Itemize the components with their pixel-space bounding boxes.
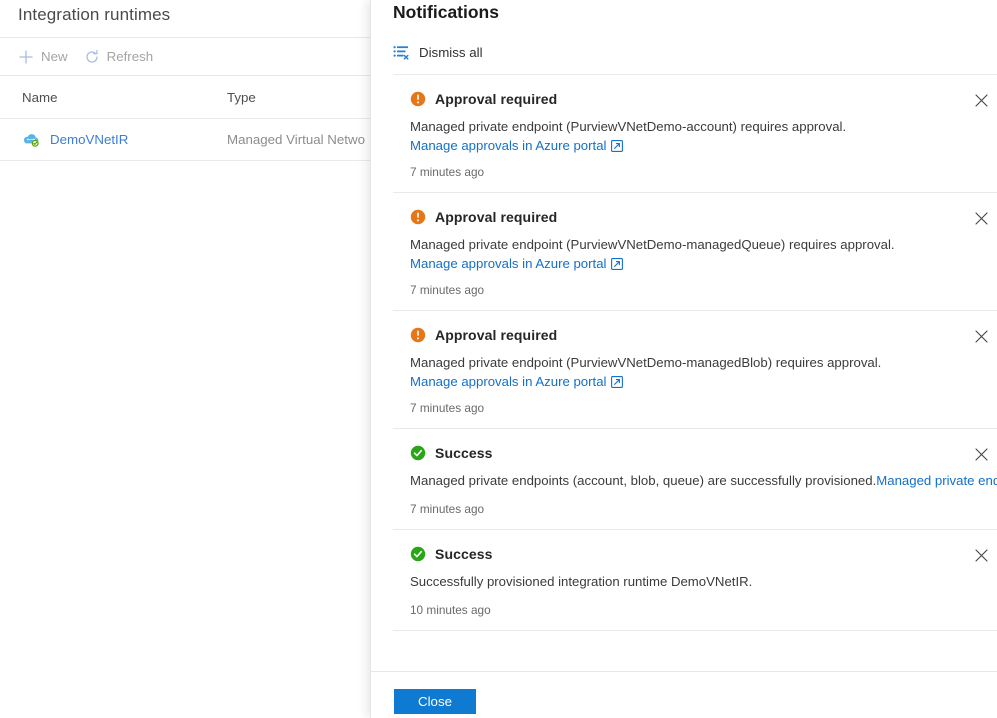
notification-time: 7 minutes ago (393, 283, 997, 297)
notification-body: Managed private endpoint (PurviewVNetDem… (393, 353, 997, 372)
success-icon (410, 445, 426, 461)
notification-item: Success Successfully provisioned integra… (393, 529, 997, 631)
notification-item: Approval required Managed private endpoi… (393, 74, 997, 192)
cell-name[interactable]: DemoVNetIR (22, 130, 227, 149)
notification-header: Approval required (393, 91, 997, 107)
dismiss-all-button[interactable]: Dismiss all (393, 44, 483, 61)
notifications-list: Approval required Managed private endpoi… (393, 74, 997, 623)
notification-time: 10 minutes ago (393, 603, 997, 617)
external-link-icon (611, 140, 623, 152)
notification-body-text: Managed private endpoints (account, blob… (410, 473, 876, 488)
notification-header: Approval required (393, 209, 997, 225)
close-button[interactable]: Close (394, 689, 476, 714)
notification-header: Success (393, 546, 997, 562)
notification-title: Success (435, 546, 493, 562)
notification-title: Approval required (435, 327, 557, 343)
new-button-label: New (41, 49, 68, 64)
column-header-name: Name (22, 90, 227, 105)
page-title: Integration runtimes (18, 5, 170, 25)
notification-body: Successfully provisioned integration run… (393, 572, 997, 591)
notification-time: 7 minutes ago (393, 165, 997, 179)
dismiss-all-icon (393, 44, 410, 61)
notification-link-row: Manage approvals in Azure portal (393, 256, 997, 271)
notification-title: Success (435, 445, 493, 461)
close-icon[interactable] (968, 87, 994, 113)
integration-runtime-cloud-icon (22, 130, 41, 149)
dismiss-all-label: Dismiss all (419, 45, 483, 60)
notifications-panel: Notifications Dismiss all (370, 0, 997, 718)
notification-title: Approval required (435, 91, 557, 107)
external-link-icon (611, 258, 623, 270)
refresh-button-label: Refresh (107, 49, 154, 64)
managed-private-endpoints-link[interactable]: Managed private endpoints (876, 473, 997, 488)
notification-header: Approval required (393, 327, 997, 343)
manage-approvals-link[interactable]: Manage approvals in Azure portal (410, 138, 606, 153)
manage-approvals-link[interactable]: Manage approvals in Azure portal (410, 374, 606, 389)
warning-icon (410, 327, 426, 343)
notification-title: Approval required (435, 209, 557, 225)
plus-icon (18, 49, 34, 65)
notification-item: Approval required Managed private endpoi… (393, 192, 997, 310)
close-icon[interactable] (968, 323, 994, 349)
footer-divider (371, 671, 997, 672)
manage-approvals-link[interactable]: Manage approvals in Azure portal (410, 256, 606, 271)
close-icon[interactable] (968, 542, 994, 568)
notification-time: 7 minutes ago (393, 401, 997, 415)
notification-header: Success (393, 445, 997, 461)
notification-link-row: Manage approvals in Azure portal (393, 138, 997, 153)
runtime-name-link[interactable]: DemoVNetIR (50, 132, 128, 147)
new-button[interactable]: New (18, 49, 68, 65)
notifications-title: Notifications (393, 0, 499, 24)
warning-icon (410, 209, 426, 225)
refresh-button[interactable]: Refresh (84, 49, 154, 65)
notification-item: Approval required Managed private endpoi… (393, 310, 997, 428)
refresh-icon (84, 49, 100, 65)
notification-body: Managed private endpoint (PurviewVNetDem… (393, 235, 997, 254)
notification-item: Success Managed private endpoints (accou… (393, 428, 997, 529)
close-icon[interactable] (968, 441, 994, 467)
external-link-icon (611, 376, 623, 388)
notification-body: Managed private endpoints (account, blob… (393, 471, 997, 490)
notification-time: 7 minutes ago (393, 502, 997, 516)
notification-body: Managed private endpoint (PurviewVNetDem… (393, 117, 997, 136)
close-icon[interactable] (968, 205, 994, 231)
warning-icon (410, 91, 426, 107)
notification-link-row: Manage approvals in Azure portal (393, 374, 997, 389)
success-icon (410, 546, 426, 562)
